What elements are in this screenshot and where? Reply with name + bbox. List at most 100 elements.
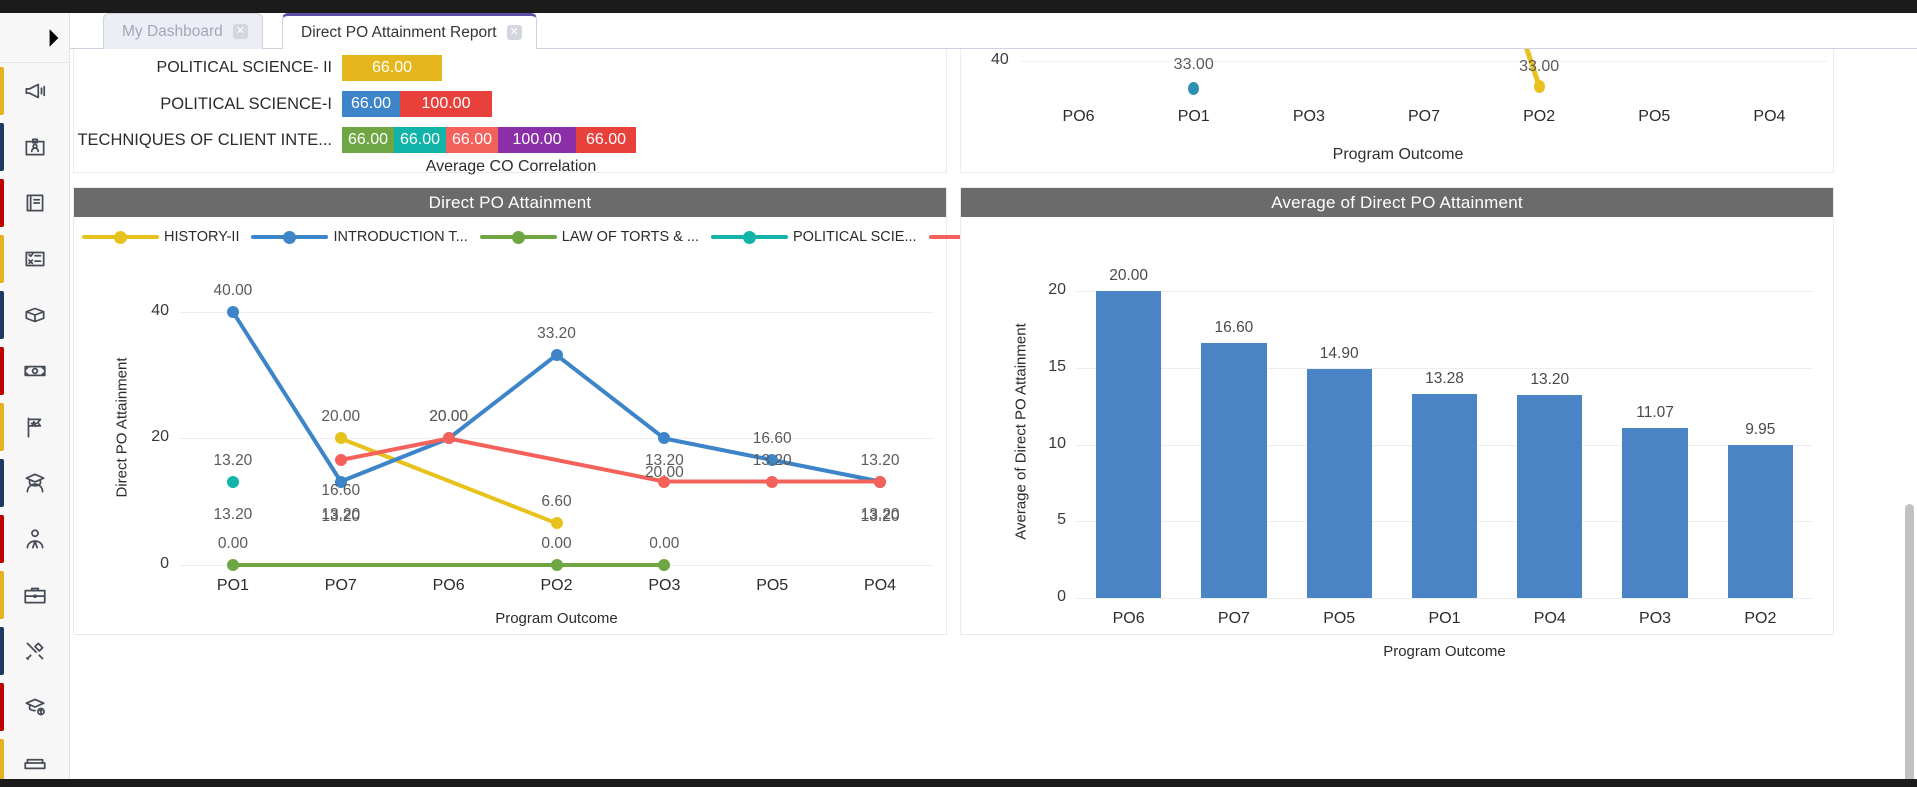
scatter-point[interactable] bbox=[1533, 80, 1545, 93]
sidebar-accent-bar bbox=[0, 683, 4, 731]
checklist-icon bbox=[25, 251, 45, 267]
sidebar-toggle-button[interactable] bbox=[0, 13, 70, 63]
graduate-icon bbox=[25, 473, 45, 493]
panel-average-co-correlation: POLITICAL SCIENCE- II 66.00 POLITICAL SCIE… bbox=[73, 49, 948, 175]
tab-bar: My Dashboard ✕ Direct PO Attainment Repo… bbox=[70, 13, 1917, 49]
data-point[interactable] bbox=[226, 305, 239, 318]
sidebar-item-faculty[interactable] bbox=[0, 511, 70, 567]
staff-icon bbox=[26, 529, 44, 549]
data-label: 13.20 bbox=[752, 451, 792, 469]
co-correlation-segment[interactable]: 66.00 bbox=[342, 127, 394, 153]
bar[interactable] bbox=[1096, 291, 1162, 598]
x-axis-tick: PO5 bbox=[1323, 610, 1356, 627]
data-label: 33.20 bbox=[537, 324, 576, 342]
data-label: 13.20 bbox=[213, 451, 253, 469]
data-label: 6.60 bbox=[541, 493, 572, 511]
co-correlation-segment[interactable]: 100.00 bbox=[400, 91, 492, 117]
co-correlation-rows: POLITICAL SCIENCE- II 66.00 POLITICAL SCIE… bbox=[74, 50, 948, 158]
sidebar-accent-bar bbox=[0, 123, 4, 171]
gridline bbox=[1076, 598, 1813, 599]
sidebar-item-students[interactable] bbox=[0, 455, 70, 511]
sidebar-accent-bar bbox=[0, 235, 4, 283]
bar-value-label: 13.20 bbox=[1530, 371, 1570, 389]
window-top-bar bbox=[0, 0, 1917, 13]
sidebar-item-examination[interactable] bbox=[0, 231, 70, 287]
data-label: 13.20 bbox=[213, 505, 253, 523]
gridline bbox=[1076, 291, 1813, 293]
data-point[interactable] bbox=[226, 559, 239, 571]
bar-value-label: 13.28 bbox=[1425, 370, 1464, 388]
x-axis-title: Program Outcome bbox=[1383, 643, 1506, 660]
sidebar-item-finance[interactable] bbox=[0, 343, 70, 399]
panel-po-scatter: 40 PO6 PO1 PO3 PO7 PO2 PO5 PO4 33.00 33.00 Progra… bbox=[960, 49, 1834, 173]
data-label: 16.60 bbox=[752, 429, 792, 447]
x-axis-tick: PO3 bbox=[1639, 610, 1672, 627]
data-point[interactable] bbox=[550, 517, 563, 530]
data-point[interactable] bbox=[226, 475, 239, 488]
sidebar-item-admissions[interactable] bbox=[0, 119, 70, 175]
menu-collapse-icon bbox=[8, 22, 59, 53]
sidebar-accent-bar bbox=[0, 403, 4, 451]
data-label: 13.20 bbox=[321, 505, 361, 523]
data-label: 13.20 bbox=[860, 505, 900, 523]
data-label: 13.20 bbox=[860, 451, 900, 469]
co-correlation-segments: 66.00 66.00 66.00 100.00 66.00 bbox=[342, 127, 636, 153]
data-label: 16.60 bbox=[321, 481, 361, 499]
data-label: 33.00 bbox=[1519, 58, 1560, 75]
data-label: 0.00 bbox=[217, 535, 248, 552]
bar-value-label: 20.00 bbox=[1109, 267, 1149, 285]
vertical-scrollbar-thumb[interactable] bbox=[1905, 504, 1914, 779]
bar[interactable] bbox=[1727, 445, 1793, 598]
bar[interactable] bbox=[1517, 395, 1583, 598]
close-icon[interactable]: ✕ bbox=[506, 25, 522, 40]
sidebar-accent-bar bbox=[0, 627, 4, 675]
y-axis-tick: 20 bbox=[1048, 281, 1066, 299]
data-point[interactable] bbox=[658, 475, 671, 488]
data-point[interactable] bbox=[874, 475, 887, 488]
sidebar-item-academics[interactable] bbox=[0, 175, 70, 231]
bar[interactable] bbox=[1201, 343, 1267, 598]
sidebar-item-events[interactable] bbox=[0, 399, 70, 455]
sidebar-accent-bar bbox=[0, 179, 4, 227]
co-correlation-segment[interactable]: 66.00 bbox=[446, 127, 498, 153]
data-point[interactable] bbox=[334, 453, 347, 466]
data-point[interactable] bbox=[550, 559, 563, 571]
co-correlation-segments: 66.00 bbox=[342, 55, 442, 81]
sidebar-item-placement[interactable] bbox=[0, 567, 70, 623]
window-bottom-bar bbox=[0, 779, 1917, 787]
bar[interactable] bbox=[1306, 369, 1372, 598]
close-icon[interactable]: ✕ bbox=[232, 24, 248, 39]
briefcase-icon bbox=[24, 587, 46, 604]
tab-my-dashboard[interactable]: My Dashboard ✕ bbox=[103, 13, 263, 49]
co-correlation-segment[interactable]: 66.00 bbox=[342, 55, 442, 81]
sidebar-item-settings[interactable] bbox=[0, 623, 70, 679]
bar[interactable] bbox=[1411, 394, 1478, 598]
reader-icon bbox=[25, 307, 45, 323]
data-point[interactable] bbox=[550, 348, 563, 361]
co-correlation-segment[interactable]: 66.00 bbox=[394, 127, 446, 153]
sidebar-item-library[interactable] bbox=[0, 287, 70, 343]
co-correlation-row-label: POLITICAL SCIENCE-I bbox=[160, 94, 332, 113]
y-axis-title: Average of Direct PO Attainment bbox=[1012, 323, 1030, 540]
grad-cap-money-icon bbox=[25, 698, 45, 716]
co-correlation-row: TECHNIQUES OF CLIENT INTE... 66.00 66.00 66… bbox=[74, 122, 948, 158]
tab-direct-po-attainment-report[interactable]: Direct PO Attainment Report ✕ bbox=[282, 13, 537, 49]
co-correlation-segment[interactable]: 66.00 bbox=[342, 91, 400, 117]
sidebar-item-announcements[interactable] bbox=[0, 63, 70, 119]
data-point[interactable] bbox=[766, 475, 779, 488]
sidebar-accent-bar bbox=[0, 515, 4, 563]
x-axis-tick: PO2 bbox=[1744, 610, 1777, 627]
sidebar-item-scholarship[interactable] bbox=[0, 679, 70, 735]
tools-icon bbox=[26, 642, 44, 660]
co-correlation-row-label: POLITICAL SCIENCE- II bbox=[156, 59, 332, 76]
co-correlation-segment[interactable]: 100.00 bbox=[498, 127, 576, 153]
book-icon bbox=[26, 194, 44, 212]
panel-average-direct-po-attainment: Average of Direct PO Attainment 0 5 10 15 20… bbox=[960, 187, 1834, 660]
sidebar-accent-bar bbox=[0, 459, 4, 507]
data-label: 20.00 bbox=[321, 408, 361, 426]
data-label: 40.00 bbox=[213, 281, 253, 299]
bar[interactable] bbox=[1622, 428, 1688, 598]
line-chart-plot-area: 0 20 40 PO1 PO7 PO6 PO2 PO3 PO5 PO4 Direct PO Atta… bbox=[74, 188, 948, 636]
co-correlation-segment[interactable]: 66.00 bbox=[576, 127, 636, 153]
sidebar-nav-list bbox=[0, 63, 70, 787]
